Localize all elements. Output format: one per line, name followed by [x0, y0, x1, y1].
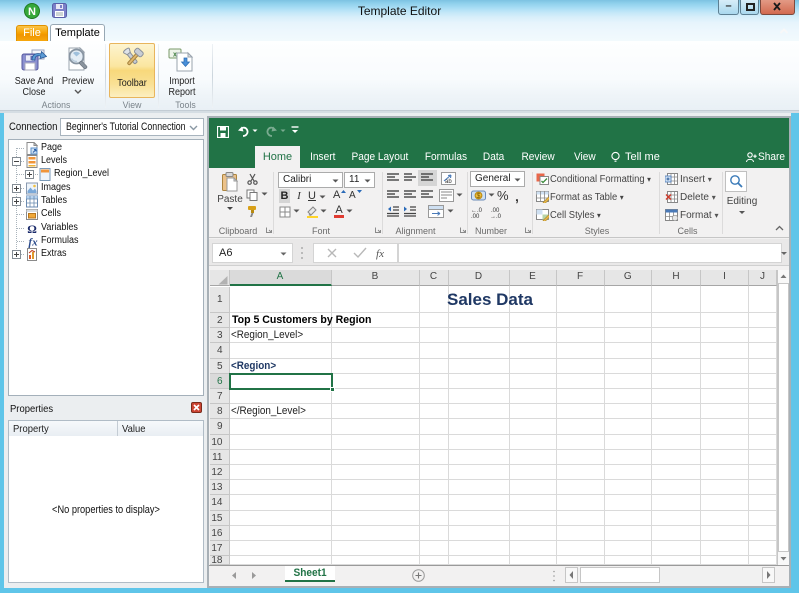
svg-text:x: x: [173, 52, 177, 59]
svg-text:Ω: Ω: [27, 222, 37, 235]
svg-text:N: N: [28, 6, 36, 18]
svg-text:fx: fx: [28, 237, 38, 249]
